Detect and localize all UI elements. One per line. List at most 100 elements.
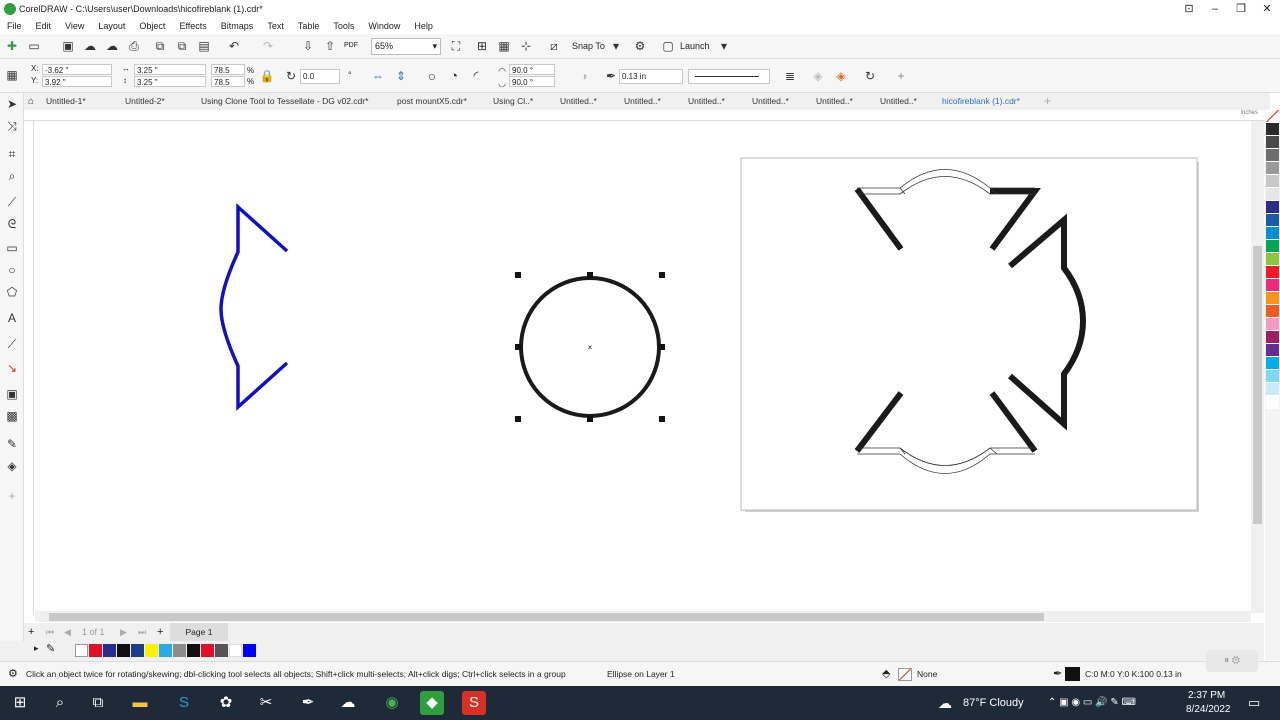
home-icon[interactable]: ⌂: [28, 93, 34, 110]
show-grid-icon[interactable]: ▦: [496, 38, 512, 54]
tab-post-mount[interactable]: post mountX5.cdr*: [397, 93, 467, 110]
y-position-input[interactable]: 3.92 ": [42, 76, 112, 87]
interactive-fill-icon[interactable]: ◈: [3, 457, 21, 475]
color-swatch[interactable]: [1266, 240, 1279, 253]
print-icon[interactable]: ⎙: [126, 38, 142, 54]
start-angle-input[interactable]: 90.0 °: [509, 64, 555, 75]
gear-icon[interactable]: ⚙: [8, 662, 18, 687]
weather-text[interactable]: 87°F Cloudy: [963, 686, 1024, 720]
pen-app-icon[interactable]: ✒: [296, 691, 320, 715]
cloud-app-icon[interactable]: ☁: [336, 691, 360, 715]
no-color-swatch[interactable]: [1266, 110, 1279, 123]
outline-width-select[interactable]: 0.13 in: [619, 69, 683, 84]
shape-tool-icon[interactable]: ⤨: [3, 117, 21, 135]
full-screen-icon[interactable]: ⛶: [448, 38, 464, 54]
color-swatch[interactable]: [1266, 305, 1279, 318]
tab-untitled[interactable]: Untitled..*: [624, 93, 661, 110]
wrap-text-icon[interactable]: ≣: [782, 68, 798, 84]
zoom-level-select[interactable]: 65% ▾: [371, 38, 441, 55]
close-button[interactable]: ✕: [1254, 0, 1280, 18]
chevron-down-icon[interactable]: ▾: [716, 38, 732, 54]
mirror-horizontal-icon[interactable]: ⇔: [370, 68, 386, 84]
add-page-icon[interactable]: +: [28, 623, 34, 641]
save-icon[interactable]: ▣: [60, 38, 76, 54]
wps-app-icon[interactable]: S: [462, 691, 486, 715]
color-swatch[interactable]: [145, 644, 158, 657]
menu-object[interactable]: Object: [132, 18, 172, 34]
text-tool-icon[interactable]: A: [3, 309, 21, 327]
eyedropper-icon[interactable]: ✎: [46, 642, 55, 655]
menu-effects[interactable]: Effects: [172, 18, 213, 34]
horizontal-ruler[interactable]: inches: [24, 110, 1264, 121]
menu-layout[interactable]: Layout: [91, 18, 132, 34]
options-gear-icon[interactable]: ⚙: [632, 38, 648, 54]
arc-icon[interactable]: ◜: [468, 68, 484, 84]
redo-icon[interactable]: ↷: [260, 38, 276, 54]
color-swatch[interactable]: [1266, 344, 1279, 357]
minimize-button[interactable]: –: [1202, 0, 1228, 18]
artistic-media-icon[interactable]: ᘓ: [3, 215, 21, 233]
maximize-button[interactable]: ❐: [1228, 0, 1254, 18]
color-swatch[interactable]: [1266, 396, 1279, 409]
add-page-icon[interactable]: +: [157, 623, 163, 641]
undo-icon[interactable]: ↶: [226, 38, 242, 54]
color-swatch[interactable]: [1266, 383, 1279, 396]
copy-icon[interactable]: ⧉: [174, 38, 190, 54]
previous-page-icon[interactable]: ◀: [64, 623, 71, 641]
menu-file[interactable]: File: [0, 18, 29, 34]
connector-tool-icon[interactable]: ↘: [3, 359, 21, 377]
tab-untitled[interactable]: Untitled..*: [688, 93, 725, 110]
ellipse-tool-icon[interactable]: ○: [3, 261, 21, 279]
color-swatch[interactable]: [1266, 318, 1279, 331]
page-1-tab[interactable]: Page 1: [170, 623, 228, 641]
drop-shadow-tool-icon[interactable]: ▣: [3, 385, 21, 403]
menu-text[interactable]: Text: [260, 18, 291, 34]
snap-to-icon[interactable]: ⧄: [546, 38, 562, 54]
import-icon[interactable]: ⇩: [300, 38, 316, 54]
menu-table[interactable]: Table: [291, 18, 327, 34]
menu-edit[interactable]: Edit: [29, 18, 59, 34]
system-tray-icons[interactable]: ⌃ ▣ ◉ ▭ 🔊 ✎ ⌨: [1048, 686, 1136, 720]
change-direction-icon[interactable]: ◑: [576, 68, 592, 84]
vertical-scrollbar[interactable]: [1251, 121, 1264, 613]
snipping-tool-icon[interactable]: ✂: [254, 691, 278, 715]
ellipse-icon[interactable]: ○: [424, 68, 440, 84]
tab-clone-tool[interactable]: Using Clone Tool to Tessellate - DG v02.…: [201, 93, 368, 110]
crop-tool-icon[interactable]: ⌗: [3, 145, 21, 163]
first-page-icon[interactable]: ⏮: [46, 623, 54, 641]
color-swatch[interactable]: [1266, 253, 1279, 266]
export-pdf-icon[interactable]: PDF: [344, 38, 358, 54]
snap-to-dropdown[interactable]: Snap To: [572, 38, 605, 54]
lock-ratio-icon[interactable]: 🔒: [259, 68, 275, 84]
tab-untitled[interactable]: Untitled..*: [880, 93, 917, 110]
rotation-input[interactable]: 0.0: [300, 69, 340, 84]
rectangle-tool-icon[interactable]: ▭: [3, 239, 21, 257]
color-swatch[interactable]: [1266, 292, 1279, 305]
color-swatch[interactable]: [1266, 331, 1279, 344]
chevron-right-icon[interactable]: ▸: [34, 643, 39, 654]
color-swatch[interactable]: [201, 644, 214, 657]
paste-icon[interactable]: ▤: [196, 38, 212, 54]
color-swatch[interactable]: [1266, 149, 1279, 162]
transparency-tool-icon[interactable]: ▩: [3, 407, 21, 425]
fill-swatch[interactable]: [898, 668, 912, 681]
chrome-icon[interactable]: ◉: [380, 691, 404, 715]
color-swatch[interactable]: [1266, 214, 1279, 227]
to-front-icon[interactable]: ◈: [810, 68, 826, 84]
add-tool-icon[interactable]: +: [3, 487, 21, 505]
tab-untitled-1[interactable]: Untitled-1*: [46, 93, 86, 110]
horizontal-scroll-thumb[interactable]: [49, 613, 1044, 621]
color-swatch[interactable]: [173, 644, 186, 657]
launch-icon[interactable]: ▢: [660, 38, 676, 54]
launch-dropdown[interactable]: Launch: [680, 38, 710, 54]
color-swatch[interactable]: [1266, 162, 1279, 175]
color-swatch[interactable]: [1266, 175, 1279, 188]
mirror-vertical-icon[interactable]: ⇕: [393, 68, 409, 84]
zoom-tool-icon[interactable]: ⌕: [3, 167, 21, 185]
task-view-icon[interactable]: ⧉: [86, 691, 110, 715]
notifications-icon[interactable]: ▭: [1248, 686, 1260, 720]
tab-untitled[interactable]: Untitled..*: [816, 93, 853, 110]
convert-to-curves-icon[interactable]: ◈: [833, 68, 849, 84]
color-swatch[interactable]: [1266, 370, 1279, 383]
color-swatch[interactable]: [1266, 201, 1279, 214]
